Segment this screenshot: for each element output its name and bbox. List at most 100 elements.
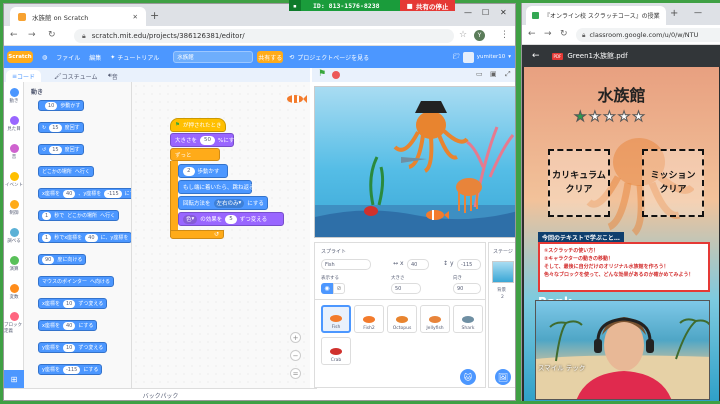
green-flag-run-icon[interactable]: ⚑ (318, 69, 326, 79)
palette-block[interactable]: y座標を -115 にする (38, 364, 103, 375)
right-back-icon[interactable]: ← (528, 29, 536, 39)
category-item[interactable]: 演算 (4, 254, 24, 282)
url-field[interactable]: 🔒︎ scratch.mit.edu/projects/386126381/ed… (74, 29, 454, 43)
reload-icon[interactable]: ↻ (48, 30, 56, 40)
category-item[interactable]: 調べる (4, 226, 24, 254)
palette-block[interactable]: 10 歩動かす (38, 100, 85, 111)
category-item[interactable]: 制御 (4, 198, 24, 226)
bookmark-star-icon[interactable]: ☆ (459, 30, 467, 40)
share-button[interactable]: 共有する (257, 51, 284, 63)
x-input[interactable]: 40 (407, 259, 429, 270)
close-tab-icon[interactable]: ✕ (133, 13, 138, 21)
palette-block[interactable]: x座標を 10 ずつ変える (38, 298, 108, 309)
block-input[interactable]: -115 (104, 189, 122, 198)
right-forward-icon[interactable]: → (544, 29, 552, 39)
palette-block[interactable]: マウスのポインター へ向ける (38, 276, 115, 287)
right-new-tab-icon[interactable]: + (670, 8, 678, 19)
sprite-thumbnail[interactable]: Fish2 (354, 305, 384, 333)
minimize-icon[interactable]: — (464, 8, 472, 17)
sprite-thumbnail[interactable]: Jellyfish (420, 305, 450, 333)
palette-block[interactable]: どこかの場所 へ行く (38, 166, 94, 177)
rotation-style-dropdown[interactable]: 左右のみ ▾ (213, 198, 245, 208)
block-input[interactable]: 15 (49, 123, 62, 132)
stage-canvas[interactable] (314, 86, 515, 238)
project-name-input[interactable]: 水族館 (173, 51, 254, 63)
my-stuff-icon[interactable]: 📁︎ (453, 54, 460, 60)
set-rotation-style-block[interactable]: 回転方法を 左右のみ ▾ にする (178, 196, 268, 210)
zoom-reset-icon[interactable]: = (290, 368, 301, 379)
code-workspace[interactable]: ⚑ が押されたとき 大きさを 50 %にする ずっと 2 歩動かす もし端に着い… (132, 82, 310, 388)
sprite-thumbnail[interactable]: Fish (321, 305, 351, 333)
block-input[interactable]: 1 (42, 211, 52, 220)
effect-dropdown[interactable]: 色 ▾ (183, 214, 198, 224)
backpack-bar[interactable]: バックパック (4, 388, 317, 400)
pdf-back-icon[interactable]: ← (532, 51, 540, 61)
sprite-name-input[interactable]: Fish (321, 259, 371, 270)
change-effect-block[interactable]: 色 ▾ の効果を 5 ずつ変える (178, 212, 284, 226)
stop-icon[interactable] (332, 71, 340, 79)
palette-block[interactable]: ↺ 15 度回す (38, 144, 84, 155)
when-flag-clicked-block[interactable]: ⚑ が押されたとき (170, 118, 226, 132)
move-steps-value[interactable]: 2 (183, 166, 195, 176)
block-input[interactable]: 40 (85, 233, 98, 242)
small-stage-icon[interactable]: ▭ (476, 70, 483, 78)
forever-block[interactable]: ずっと (170, 148, 220, 161)
category-item[interactable]: 動き (4, 86, 24, 114)
sprite-thumbnail[interactable]: Octopus (387, 305, 417, 333)
block-input[interactable]: 1 (42, 233, 52, 242)
zoom-out-icon[interactable]: − (290, 350, 301, 361)
palette-block[interactable]: x座標を 40 にする (38, 320, 98, 331)
back-icon[interactable]: ← (10, 30, 18, 40)
size-input[interactable]: 50 (391, 283, 421, 294)
maximize-icon[interactable]: ☐ (482, 8, 489, 17)
bounce-block[interactable]: もし端に着いたら、跳ね返る (178, 180, 255, 194)
move-steps-block[interactable]: 2 歩動かす (178, 164, 228, 178)
close-window-icon[interactable]: ✕ (500, 8, 507, 17)
category-item[interactable]: イベント (4, 170, 24, 198)
set-size-value[interactable]: 50 (200, 135, 216, 145)
set-size-block[interactable]: 大きさを 50 %にする (170, 133, 240, 147)
category-item[interactable]: 変数 (4, 282, 24, 310)
block-input[interactable]: 40 (62, 321, 76, 330)
block-input[interactable]: 10 (62, 299, 76, 308)
stop-share-button[interactable]: ■ 共有の停止 (400, 0, 455, 11)
palette-block[interactable]: 90 度に向ける (38, 254, 87, 265)
menu-tutorial[interactable]: ✦ チュートリアル (110, 53, 159, 62)
right-minimize-icon[interactable]: — (694, 8, 702, 17)
add-sprite-button[interactable]: 🐱︎ (460, 369, 476, 385)
sprite-thumbnail[interactable]: Shark (453, 305, 483, 333)
show-eye-icon[interactable]: ◉ (321, 283, 333, 294)
profile-avatar[interactable]: Y (474, 30, 485, 41)
fullscreen-icon[interactable]: ⤢ (505, 70, 511, 79)
tab-code[interactable]: ≡ コード (6, 70, 42, 82)
block-input[interactable]: 10 (45, 101, 58, 110)
forward-icon[interactable]: → (28, 30, 36, 40)
block-input[interactable]: 10 (62, 343, 76, 352)
see-project-page-button[interactable]: ⟲ プロジェクトページを見る (289, 53, 369, 62)
tab-sounds[interactable]: 🔊︎ 音 (102, 70, 124, 82)
category-item[interactable]: 見た目 (4, 114, 24, 142)
hide-eye-icon[interactable]: ⊘ (333, 283, 345, 294)
direction-input[interactable]: 90 (453, 283, 481, 294)
category-item[interactable]: ブロック定義 (4, 310, 24, 338)
block-input[interactable]: 90 (42, 255, 55, 264)
menu-file[interactable]: ファイル (56, 53, 80, 62)
backdrop-thumbnail[interactable] (492, 261, 514, 283)
sprite-thumbnail[interactable]: Crab (321, 337, 351, 365)
effect-amount[interactable]: 5 (225, 214, 237, 224)
add-backdrop-button[interactable]: 🖼︎ (495, 369, 511, 385)
palette-block[interactable]: x座標を40、y座標を-115にする (38, 188, 131, 199)
block-input[interactable]: -115 (62, 365, 81, 374)
palette-block[interactable]: 1 秒で どこかの場所 へ行く (38, 210, 120, 221)
scratch-logo[interactable]: Scratch (7, 51, 33, 63)
extension-add-icon[interactable]: ⊞ (4, 370, 24, 388)
tab-costumes[interactable]: 🖌︎ コスチューム (48, 70, 103, 82)
new-tab-icon[interactable]: + (150, 9, 159, 22)
user-menu[interactable]: 📁︎ yumiter10 ▾ (453, 51, 511, 63)
classroom-tab[interactable]: 『オンライン校 スクラッチコース』の授業 (526, 6, 666, 25)
block-input[interactable]: 15 (49, 145, 62, 154)
browser-tab-scratch[interactable]: 水族館 on Scratch ✕ (10, 7, 146, 26)
browser-menu-icon[interactable]: ⋮ (500, 30, 509, 40)
large-stage-icon[interactable]: ▣ (490, 70, 497, 78)
category-item[interactable]: 音 (4, 142, 24, 170)
